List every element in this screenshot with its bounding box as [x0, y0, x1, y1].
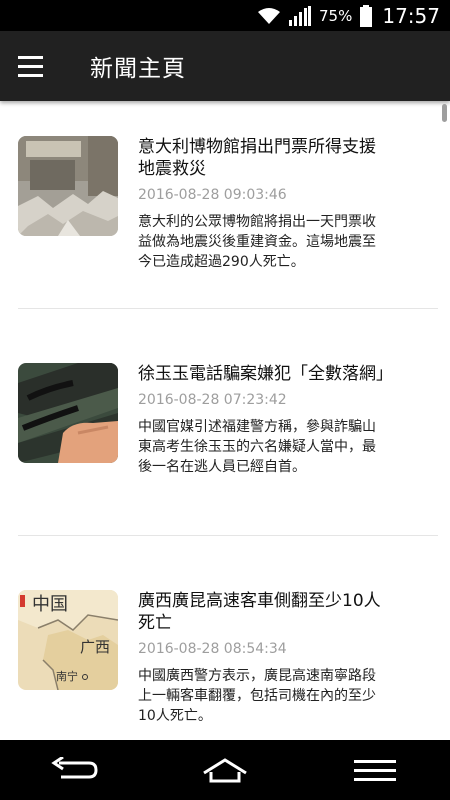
page-title: 新聞主頁: [90, 56, 186, 82]
system-nav-bar: [0, 740, 450, 800]
news-item[interactable]: 意大利博物館捐出門票所得支援地震救災 2016-08-28 09:03:46 意…: [18, 136, 438, 306]
signal-icon: [289, 5, 312, 26]
svg-text:中国: 中国: [32, 594, 68, 615]
wifi-icon: [257, 7, 281, 25]
svg-text:南宁: 南宁: [56, 669, 78, 683]
battery-percent: 75%: [319, 6, 353, 25]
app-bar: 新聞主頁: [0, 31, 450, 101]
recent-apps-icon[interactable]: [345, 750, 405, 790]
news-title[interactable]: 廣西廣昆高速客車側翻至少10人死亡: [138, 590, 388, 634]
news-summary: 中國官媒引述福建警方稱，參與詐騙山東高考生徐玉玉的六名嫌疑人當中，最後一名在逃人…: [138, 419, 376, 475]
news-item[interactable]: 徐玉玉電話騙案嫌犯「全數落網」 2016-08-28 07:23:42 中國官媒…: [18, 363, 438, 533]
news-thumbnail-map: 中国 广西 南宁: [18, 590, 118, 690]
scrollbar[interactable]: [442, 104, 447, 122]
divider: [18, 308, 438, 309]
status-bar: 75% 17:57: [0, 0, 450, 31]
news-title[interactable]: 意大利博物館捐出門票所得支援地震救災: [138, 136, 388, 180]
news-summary: 中國廣西警方表示，廣昆高速南寧路段上一輛客車翻覆，包括司機在內的至少10人死亡。: [138, 668, 376, 724]
hamburger-menu-icon[interactable]: [18, 31, 48, 101]
news-title[interactable]: 徐玉玉電話騙案嫌犯「全數落網」: [138, 363, 393, 385]
back-icon[interactable]: [45, 750, 105, 790]
news-summary: 意大利的公眾博物館將捐出一天門票收益做為地震災後重建資金。這場地震至今已造成超過…: [138, 214, 376, 270]
svg-text:广西: 广西: [80, 638, 110, 656]
news-list[interactable]: 意大利博物館捐出門票所得支援地震救災 2016-08-28 09:03:46 意…: [0, 101, 450, 740]
news-date: 2016-08-28 07:23:42: [138, 392, 287, 408]
news-thumbnail-phones: [18, 363, 118, 463]
divider: [18, 535, 438, 536]
battery-icon: [360, 4, 373, 27]
news-thumbnail-earthquake: [18, 136, 118, 236]
news-date: 2016-08-28 08:54:34: [138, 641, 287, 657]
home-icon[interactable]: [195, 750, 255, 790]
news-item[interactable]: 中国 广西 南宁 廣西廣昆高速客車側翻至少10人死亡 2016-08-28 08…: [18, 590, 438, 740]
news-date: 2016-08-28 09:03:46: [138, 187, 287, 203]
clock: 17:57: [382, 3, 440, 28]
